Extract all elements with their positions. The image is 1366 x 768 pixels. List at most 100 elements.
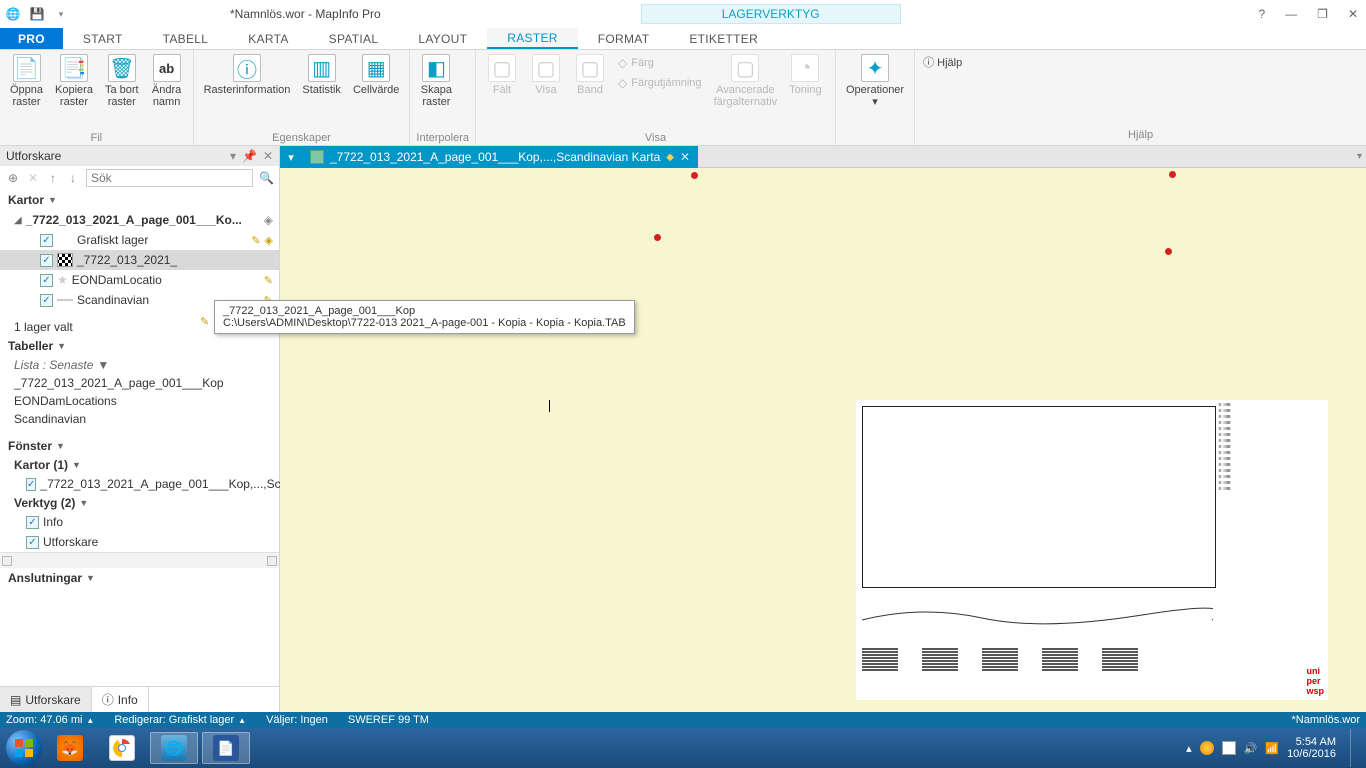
scroll-left-icon[interactable] [2,556,12,566]
layer-row-eon[interactable]: ✓ ★ EONDamLocatio ✎ [0,270,279,290]
qat-dropdown-icon[interactable]: ▾ [52,5,70,23]
ribbon-tab-pro[interactable]: PRO [0,28,63,49]
style-icon[interactable]: ◈ [265,234,273,247]
chevron-up-icon: ▲ [238,716,246,725]
open-raster-button[interactable]: 📄Öppnaraster [6,52,47,110]
help-button[interactable]: ? [1254,7,1269,21]
ribbon-tab-etiketter[interactable]: ETIKETTER [669,28,778,49]
add-map-icon[interactable]: ⊕ [6,171,20,185]
adv-color-icon: ▢ [731,54,759,82]
status-editing[interactable]: Redigerar: Grafiskt lager▲ [114,714,246,726]
windows-verktyg[interactable]: Verktyg (2)▼ [0,494,279,512]
minimize-button[interactable]: — [1281,7,1301,21]
delete-raster-button[interactable]: 🗑Ta bortraster [101,52,143,110]
layer-row-7722[interactable]: ✓ _7722_013_2021_ [0,250,279,270]
section-tabeller[interactable]: Tabeller▼ [0,336,279,356]
rename-button[interactable]: abÄndranamn [147,52,187,110]
layer-checkbox[interactable]: ✓ [40,234,53,247]
status-zoom[interactable]: Zoom: 47.06 mi▲ [6,714,94,726]
list-filter[interactable]: Lista : Senaste▼ [0,356,279,374]
horizontal-scrollbar[interactable] [0,552,279,568]
taskbar-mapinfo[interactable]: 🌐 [150,732,198,764]
cell-value-button[interactable]: ▦Cellvärde [349,52,403,98]
copy-raster-button[interactable]: 📑Kopieraraster [51,52,97,110]
show-desktop-button[interactable] [1350,729,1360,767]
contextual-tab-label[interactable]: LAGERVERKTYG [641,4,901,24]
map-point[interactable] [1165,248,1172,255]
pencil-icon[interactable]: ✎ [251,234,260,247]
pencil-icon[interactable]: ✎ [264,274,273,287]
map-canvas[interactable]: uniperwsp [280,168,1366,712]
tab-close-icon[interactable]: ✕ [680,150,690,164]
ribbon-tab-start[interactable]: START [63,28,143,49]
ribbon-tab-raster[interactable]: RASTER [487,28,577,49]
move-up-icon[interactable]: ↑ [46,171,60,185]
operations-button[interactable]: ✦Operationer▾ [842,52,908,110]
section-kartor[interactable]: Kartor▼ [0,190,279,210]
close-button[interactable]: ✕ [1344,7,1362,21]
statistics-button[interactable]: ▥Statistik [298,52,345,98]
windows-kartor[interactable]: Kartor (1)▼ [0,456,279,474]
table-item[interactable]: EONDamLocations [0,392,279,410]
status-crs[interactable]: SWEREF 99 TM [348,714,429,726]
scroll-right-icon[interactable] [267,556,277,566]
move-down-icon[interactable]: ↓ [66,171,80,185]
start-button[interactable] [6,730,42,766]
ribbon-tab-layout[interactable]: LAYOUT [398,28,487,49]
map-point[interactable] [691,172,698,179]
tool-checkbox[interactable]: ✓ [26,516,39,529]
tray-app-icon[interactable] [1200,741,1214,755]
section-anslutningar[interactable]: Anslutningar▼ [0,568,279,588]
map-edit-icon[interactable]: ◈ [264,213,273,227]
panel-close-icon[interactable]: ✕ [263,149,273,163]
panel-pin-icon[interactable]: 📌 [242,149,257,163]
taskbar-chrome[interactable] [98,732,146,764]
table-item[interactable]: Scandinavian [0,410,279,428]
ribbon-tab-format[interactable]: FORMAT [578,28,670,49]
raster-info-button[interactable]: ⓘRasterinformation [200,52,295,98]
create-raster-button[interactable]: ◧Skaparaster [416,52,456,110]
tray-clock[interactable]: 5:54 AM 10/6/2016 [1287,736,1336,760]
layer-checkbox[interactable]: ✓ [40,254,53,267]
status-selecting[interactable]: Väljer: Ingen [266,714,328,726]
tray-network-icon[interactable]: 📶 [1265,742,1279,755]
tool-checkbox[interactable]: ✓ [26,536,39,549]
layer-row-grafiskt[interactable]: ✓ Grafiskt lager ✎ ◈ [0,230,279,250]
window-item[interactable]: ✓ _7722_013_2021_A_page_001___Kop,...,Sc… [0,474,279,494]
layer-checkbox[interactable]: ✓ [40,274,53,287]
ribbon-tab-tabell[interactable]: TABELL [143,28,229,49]
tool-label: Info [43,515,63,529]
restore-button[interactable]: ❐ [1313,7,1332,21]
tray-volume-icon[interactable]: 🔊 [1244,742,1258,755]
window-checkbox[interactable]: ✓ [26,478,36,491]
search-icon[interactable]: 🔍 [259,171,273,185]
tab-menu-icon[interactable]: ▾ [1357,151,1362,162]
table-item[interactable]: _7722_013_2021_A_page_001___Kop [0,374,279,392]
tool-item-info[interactable]: ✓ Info [0,512,279,532]
tray-flag-icon[interactable] [1222,741,1236,755]
ribbon-tab-karta[interactable]: KARTA [228,28,308,49]
tool-item-utforskare[interactable]: ✓ Utforskare [0,532,279,552]
tray-expand-icon[interactable]: ▴ [1186,742,1192,755]
search-input[interactable] [86,169,253,187]
map-point[interactable] [1169,171,1176,178]
taskbar-firefox[interactable]: 🦊 [46,732,94,764]
explorer-header: Utforskare ▾ 📌 ✕ [0,146,279,166]
panel-options-icon[interactable]: ▾ [230,149,236,163]
tab-utforskare[interactable]: ▤Utforskare [0,687,92,712]
tab-info[interactable]: ⓘInfo [92,687,149,712]
help-button[interactable]: ⓘ Hjälp [923,54,1358,70]
qat-save-icon[interactable]: 💾 [28,5,46,23]
map-node[interactable]: ◢ _7722_013_2021_A_page_001___Ko... ◈ [0,210,279,230]
rename-icon: ab [153,54,181,82]
tab-list-icon[interactable]: ▾ [280,146,302,168]
group-label-egenskaper: Egenskaper [200,132,404,144]
section-fonster[interactable]: Fönster▼ [0,436,279,456]
taskbar-word[interactable]: 📄 [202,732,250,764]
ribbon-tab-spatial[interactable]: SPATIAL [309,28,399,49]
layer-checkbox[interactable]: ✓ [40,294,53,307]
remove-icon[interactable]: ✕ [26,171,40,185]
map-point[interactable] [654,234,661,241]
collapse-icon[interactable]: ◢ [14,215,22,226]
document-tab[interactable]: _7722_013_2021_A_page_001___Kop,...,Scan… [302,146,698,168]
